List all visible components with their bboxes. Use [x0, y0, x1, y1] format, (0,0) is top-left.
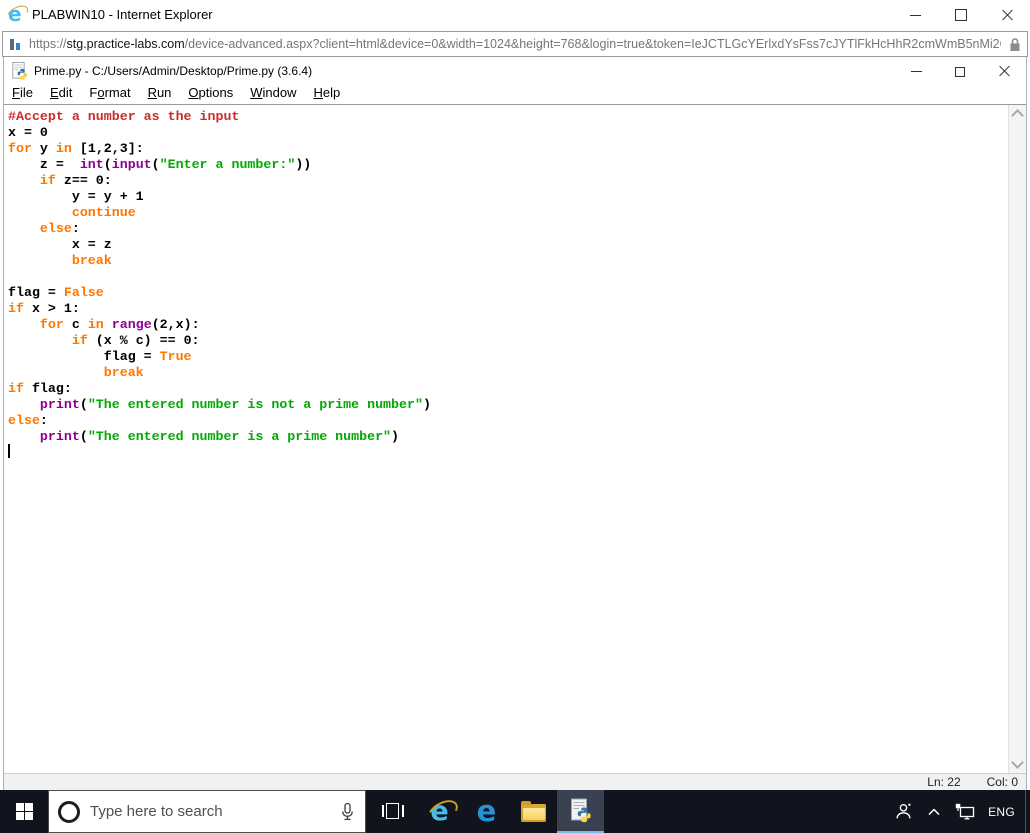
code-line: x = z — [8, 237, 112, 252]
scroll-down-button[interactable] — [1009, 756, 1026, 773]
code-line: x = 0 — [8, 125, 48, 140]
chevron-up-icon — [928, 807, 940, 815]
ie-close-button[interactable] — [984, 0, 1030, 30]
lock-icon — [1009, 37, 1021, 52]
idle-window-controls — [894, 57, 1026, 87]
cortana-icon — [58, 800, 80, 823]
chevron-down-icon — [1011, 756, 1024, 769]
file-explorer-icon — [521, 800, 546, 822]
code-line: continue — [71, 205, 136, 220]
minimize-icon — [909, 14, 921, 16]
ie-titlebar: e PLABWIN10 - Internet Explorer — [0, 0, 1030, 30]
code-line: flag = True — [8, 349, 192, 364]
menu-file[interactable]: File — [12, 85, 33, 100]
menu-window[interactable]: Window — [250, 85, 296, 100]
close-icon — [998, 65, 1010, 77]
menu-run[interactable]: Run — [148, 85, 172, 100]
tray-overflow-button[interactable] — [920, 790, 948, 833]
code-line: if z== 0: — [39, 173, 112, 188]
minimize-icon — [910, 70, 922, 72]
ie-window-controls — [892, 0, 1030, 30]
ie-window-title: PLABWIN10 - Internet Explorer — [32, 7, 213, 22]
system-tray: ENG — [887, 790, 1030, 833]
windows-logo-icon — [15, 803, 33, 820]
status-col-indicator: Col: 0 — [986, 775, 1018, 789]
code-line: for c in range(2,x): — [39, 317, 200, 332]
code-line: else: — [39, 221, 80, 236]
taskbar-edge-button[interactable]: e — [463, 790, 510, 833]
code-line: else: — [8, 413, 48, 428]
code-area[interactable]: #Accept a number as the input x = 0 for y … — [4, 105, 1009, 773]
menu-help[interactable]: Help — [314, 85, 341, 100]
text-cursor — [8, 444, 10, 459]
taskbar-python-idle-button[interactable] — [557, 790, 604, 833]
restore-icon — [955, 64, 968, 77]
taskbar-internet-explorer-button[interactable]: e — [416, 790, 463, 833]
code-line: if x > 1: — [8, 301, 80, 316]
ie-maximize-button[interactable] — [938, 0, 984, 30]
task-view-icon — [381, 803, 404, 820]
code-line: #Accept a number as the input — [8, 109, 240, 124]
taskbar: Type here to search e e ENG — [0, 790, 1030, 833]
status-bar: Ln: 22 Col: 0 — [4, 773, 1026, 790]
idle-window-title: Prime.py - C:/Users/Admin/Desktop/Prime.… — [34, 64, 313, 78]
task-view-button[interactable] — [369, 790, 416, 833]
internet-explorer-logo-icon: e — [4, 2, 31, 25]
code-line — [8, 444, 1009, 461]
show-desktop-button[interactable] — [1025, 790, 1030, 833]
url-domain: stg.practice-labs.com — [66, 37, 185, 51]
close-icon — [1001, 9, 1013, 21]
language-indicator[interactable]: ENG — [982, 790, 1025, 833]
idle-minimize-button[interactable] — [894, 57, 938, 85]
editor-pane: #Accept a number as the input x = 0 for y … — [4, 104, 1026, 773]
code-line: break — [103, 365, 144, 380]
taskbar-search[interactable]: Type here to search — [48, 790, 366, 833]
python-file-icon — [12, 62, 28, 80]
idle-close-button[interactable] — [982, 57, 1026, 85]
address-bar[interactable]: https://stg.practice-labs.com/device-adv… — [2, 31, 1028, 57]
code-line: print("The entered number is a prime num… — [39, 429, 400, 444]
vertical-scrollbar[interactable] — [1008, 105, 1026, 773]
idle-titlebar: Prime.py - C:/Users/Admin/Desktop/Prime.… — [4, 57, 1026, 85]
code-line: y = y + 1 — [8, 189, 144, 204]
code-line: z = int(input("Enter a number:")) — [8, 157, 312, 172]
code-line: for y in [1,2,3]: — [8, 141, 144, 156]
scroll-up-button[interactable] — [1009, 105, 1026, 122]
edge-icon: e — [476, 794, 497, 828]
menu-bar: File Edit Format Run Options Window Help — [4, 85, 1026, 104]
microphone-icon[interactable] — [340, 802, 355, 822]
ie-address-row: https://stg.practice-labs.com/device-adv… — [0, 30, 1030, 57]
people-icon — [896, 803, 911, 819]
code-line: break — [71, 253, 112, 268]
search-placeholder: Type here to search — [90, 803, 223, 820]
taskbar-file-explorer-button[interactable] — [510, 790, 557, 833]
chevron-up-icon — [1011, 109, 1024, 122]
people-button[interactable] — [887, 790, 920, 833]
menu-options[interactable]: Options — [188, 85, 233, 100]
code-line: if flag: — [8, 381, 72, 396]
menu-format[interactable]: Format — [89, 85, 130, 100]
idle-restore-button[interactable] — [938, 57, 982, 85]
code-line: print("The entered number is not a prime… — [39, 397, 431, 412]
site-favicon-icon — [9, 38, 22, 51]
menu-edit[interactable]: Edit — [50, 85, 72, 100]
status-line-indicator: Ln: 22 — [927, 775, 961, 789]
code-line: flag = False — [8, 285, 104, 300]
code-line: if (x % c) == 0: — [71, 333, 200, 348]
url-text: https://stg.practice-labs.com/device-adv… — [29, 37, 1001, 51]
start-button[interactable] — [0, 790, 48, 833]
ie-minimize-button[interactable] — [892, 0, 938, 30]
screen: { "browser": { "title": "PLABWIN10 - Int… — [0, 0, 1030, 833]
python-file-icon — [570, 798, 591, 823]
idle-window: Prime.py - C:/Users/Admin/Desktop/Prime.… — [3, 57, 1027, 790]
internet-explorer-icon: e — [424, 795, 462, 828]
network-icon — [955, 803, 975, 820]
maximize-icon — [955, 9, 967, 21]
network-button[interactable] — [948, 790, 982, 833]
